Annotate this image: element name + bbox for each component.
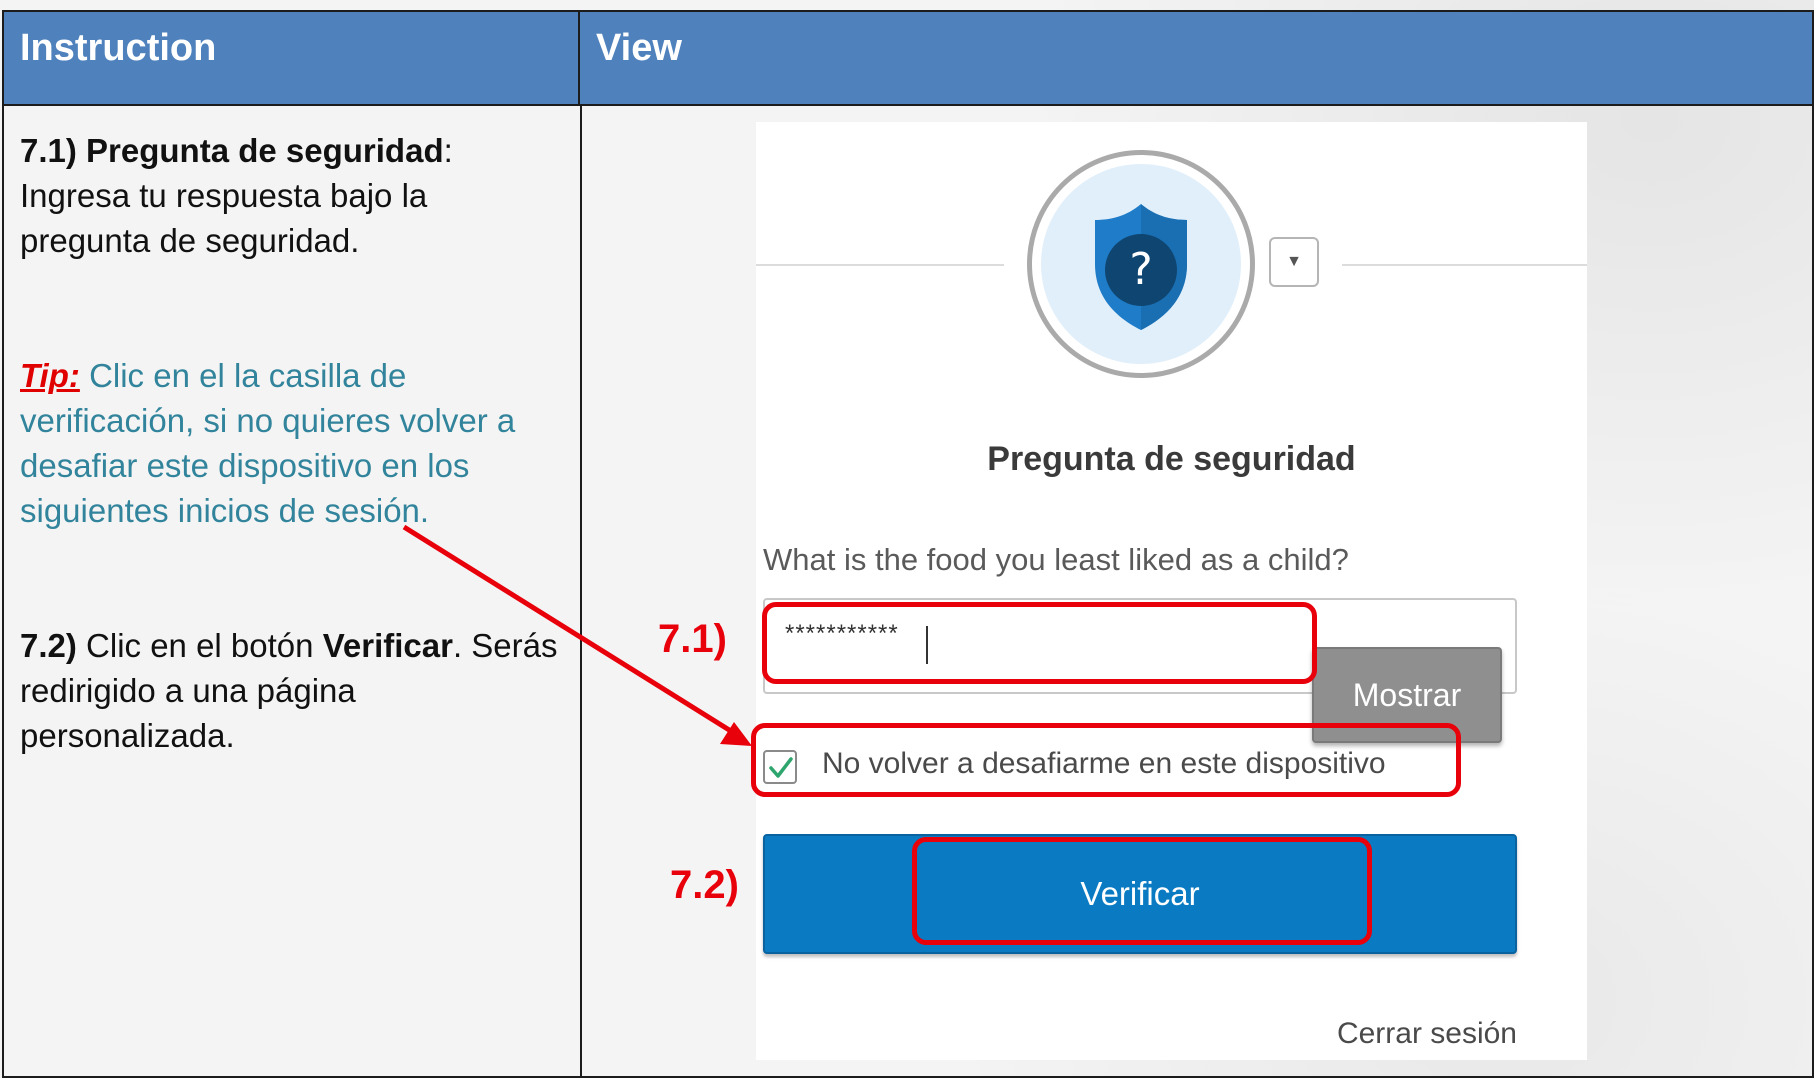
step2-number: 7.2)	[20, 627, 77, 664]
step1-colon: :	[443, 132, 453, 169]
factor-icon-circle: ?	[1027, 150, 1255, 378]
step1-text: Ingresa tu respuesta bajo la pregunta de…	[20, 177, 428, 259]
tip-text: Clic en el la casilla de verificación, s…	[20, 357, 516, 529]
column-divider	[580, 106, 582, 1078]
step2-paragraph: 7.2) Clic en el botón Verificar. Serás r…	[20, 623, 564, 758]
step1-paragraph: 7.1) Pregunta de seguridad: Ingresa tu r…	[20, 128, 564, 263]
signout-link[interactable]: Cerrar sesión	[1337, 1017, 1517, 1051]
tip-paragraph: Tip: Clic en el la casilla de verificaci…	[20, 353, 564, 533]
svg-text:?: ?	[1129, 244, 1152, 295]
highlight-checkbox-box	[751, 723, 1461, 797]
instruction-cell: 7.1) Pregunta de seguridad: Ingresa tu r…	[4, 106, 580, 1076]
highlight-verify-box	[912, 837, 1372, 945]
step2-annotation-label: 7.2)	[670, 863, 739, 907]
step2-text-before: Clic en el botón	[76, 627, 323, 664]
highlight-answer-box	[762, 602, 1317, 684]
shield-question-icon: ?	[1095, 204, 1187, 330]
step1-annotation-label: 7.1)	[658, 617, 727, 661]
divider-line-left	[756, 264, 1004, 266]
tip-label: Tip:	[20, 357, 80, 394]
security-question-label: What is the food you least liked as a ch…	[763, 542, 1349, 577]
factor-dropdown-button[interactable]: ▼	[1269, 237, 1319, 287]
header-view: View	[596, 27, 682, 69]
divider-line-right	[1342, 264, 1587, 266]
step2-button-name: Verificar	[322, 627, 453, 664]
card-title: Pregunta de seguridad	[987, 440, 1356, 478]
table-header-row: Instruction View	[4, 12, 1812, 106]
header-instruction: Instruction	[4, 12, 580, 104]
step1-title: 7.1) Pregunta de seguridad	[20, 132, 444, 169]
chevron-down-icon: ▼	[1286, 253, 1302, 270]
